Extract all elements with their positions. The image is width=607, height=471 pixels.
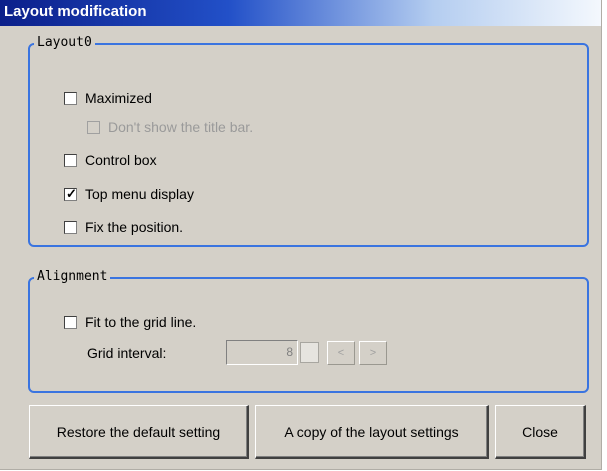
copy-layout-button[interactable]: A copy of the layout settings (255, 405, 489, 459)
check-icon: ✓ (66, 185, 77, 201)
grid-prev-button[interactable]: < (327, 341, 355, 365)
layout-group (28, 43, 589, 247)
top-menu-checkbox[interactable]: ✓ Top menu display (64, 186, 194, 202)
fix-position-checkbox[interactable]: Fix the position. (64, 219, 183, 235)
top-menu-box[interactable]: ✓ (64, 185, 77, 201)
top-menu-label: Top menu display (85, 186, 194, 202)
control-box-label: Control box (85, 152, 157, 168)
maximized-label: Maximized (85, 90, 152, 106)
window-title: Layout modification (4, 3, 147, 20)
alignment-group (28, 277, 589, 393)
grid-next-button[interactable]: > (359, 341, 387, 365)
fix-position-label: Fix the position. (85, 219, 184, 235)
maximized-checkbox[interactable]: Maximized (64, 90, 152, 106)
hide-title-bar-box[interactable] (87, 120, 100, 134)
grid-interval-spin[interactable] (300, 342, 319, 363)
control-box-checkbox[interactable]: Control box (64, 152, 157, 168)
fit-grid-checkbox[interactable]: Fit to the grid line. (64, 314, 196, 330)
hide-title-bar-label: Don't show the title bar. (108, 119, 254, 135)
grid-interval-label: Grid interval: (87, 345, 167, 361)
fix-position-box[interactable] (64, 220, 77, 234)
fit-grid-label: Fit to the grid line. (85, 314, 197, 330)
layout-group-legend: Layout0 (34, 35, 95, 51)
title-bar[interactable]: Layout modification (0, 0, 601, 26)
hide-title-bar-checkbox[interactable]: Don't show the title bar. (87, 119, 253, 135)
fit-grid-box[interactable] (64, 315, 77, 329)
grid-interval-input[interactable]: 8 (226, 340, 298, 365)
close-button[interactable]: Close (495, 405, 586, 459)
alignment-group-legend: Alignment (34, 269, 111, 285)
maximized-box[interactable] (64, 91, 77, 105)
layout-modification-dialog: Layout modification Layout0 Maximized Do… (0, 0, 602, 470)
control-box-box[interactable] (64, 153, 77, 167)
restore-default-button[interactable]: Restore the default setting (29, 405, 249, 459)
